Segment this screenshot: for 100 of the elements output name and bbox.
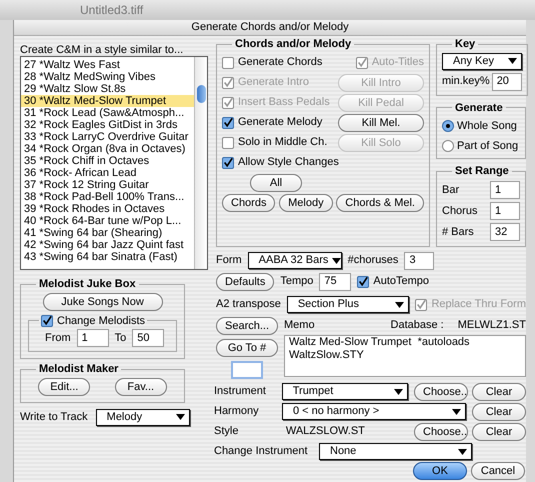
checkbox[interactable]: Generate Melody [222, 114, 322, 131]
checkmark-icon [223, 97, 233, 108]
dropdown-arrow-icon [176, 414, 185, 420]
dropdown-arrow-icon [452, 408, 461, 414]
field-label: Harmony [214, 404, 260, 420]
assignment-button[interactable]: Choose.. [414, 422, 468, 440]
dropdown-arrow-icon [508, 58, 517, 64]
choruses-label: #choruses [348, 253, 398, 268]
list-item[interactable]: 29 *Waltz Slow St.8s [21, 83, 194, 95]
memo-box[interactable]: Waltz Med-Slow Trumpet *autoloads WaltzSlow.STY [284, 334, 526, 376]
checkmark-icon [356, 57, 367, 68]
radio-button[interactable]: Part of Song [442, 136, 520, 156]
database-name: MELWLZ1.ST [458, 318, 526, 334]
assignment-dropdown[interactable]: None [319, 443, 472, 460]
to-label: To [114, 330, 126, 346]
radio-button[interactable]: Whole Song [442, 116, 520, 136]
list-item[interactable]: 28 *Waltz MedSwing Vibes [21, 71, 194, 83]
generate-button[interactable]: Melody [279, 194, 333, 212]
form-dropdown[interactable]: AABA 32 Bars [248, 252, 342, 269]
all-button[interactable]: All [250, 174, 302, 192]
field-label: Style [214, 424, 240, 440]
input-field[interactable]: 75 [319, 272, 352, 290]
field-label: Instrument [214, 384, 267, 400]
list-item[interactable]: 38 *Rock Pad-Bell 100% Trans... [21, 191, 194, 203]
list-item[interactable]: 30 *Waltz Med-Slow Trumpet [21, 95, 194, 107]
input-field[interactable] [231, 360, 263, 378]
input-field[interactable]: 1 [76, 329, 109, 347]
list-item[interactable]: 27 *Waltz Wes Fast [21, 59, 194, 71]
checkmark-icon [416, 299, 426, 310]
dropdown-arrow-icon [395, 302, 404, 308]
input-field[interactable]: 32 [490, 223, 520, 241]
from-label: From [45, 330, 71, 346]
list-item[interactable]: 33 *Rock LarryC Overdrive Guitar [21, 131, 194, 143]
list-item[interactable]: 35 *Rock Chiff in Octaves [21, 155, 194, 167]
generate-button[interactable]: Chords [222, 194, 276, 212]
list-item[interactable]: 43 *Swing 64 bar Sinatra (Fast) [21, 251, 194, 263]
input-field[interactable]: 3 [404, 252, 434, 270]
kill-button[interactable]: Kill Mel. [338, 114, 424, 132]
scrollbar[interactable] [194, 57, 207, 269]
group-title: Melodist Maker [38, 362, 120, 377]
track-label: Write to Track [20, 410, 88, 425]
dialog-button[interactable]: Cancel [471, 462, 525, 480]
list-item[interactable]: 40 *Rock 64-Bar tune w/Pop L... [21, 215, 194, 227]
assignment-button[interactable]: Choose.. [414, 382, 468, 400]
list-item[interactable]: 37 *Rock 12 String Guitar [21, 179, 194, 191]
group-title: Chords and/or Melody [234, 37, 352, 52]
field-label: Change Instrument [214, 444, 309, 460]
generate-button[interactable]: Chords & Mel. [336, 194, 424, 212]
database-label: Database : [390, 318, 444, 334]
search-button[interactable]: Search... [216, 316, 278, 334]
transpose-dropdown[interactable]: Section Plus [286, 296, 410, 313]
assignment-dropdown[interactable]: Trumpet [282, 383, 408, 400]
list-item[interactable]: 39 *Rock Rhodes in Octaves [21, 203, 194, 215]
assignment-button[interactable]: Clear [472, 382, 526, 400]
min-key-label: min.key% [442, 74, 490, 90]
checkbox[interactable]: Solo in Middle Ch. [222, 134, 328, 151]
dialog-button[interactable]: OK [413, 462, 467, 480]
list-item[interactable]: 32 *Rock Eagles GitDist in 3rds [21, 119, 194, 131]
juke-songs-button[interactable]: Juke Songs Now [42, 292, 162, 310]
assignment-button[interactable]: Clear [472, 422, 526, 440]
group-title: Generate [454, 100, 504, 116]
go-to-button[interactable]: Go To # [216, 338, 278, 356]
range-label: Bar [442, 182, 460, 198]
window-title: Untitled3.tiff [80, 2, 144, 19]
input-field[interactable]: 1 [490, 202, 520, 220]
checkmark-icon [223, 117, 233, 128]
key-dropdown[interactable]: Any Key [442, 52, 522, 70]
defaults-button[interactable]: Defaults [216, 272, 274, 290]
checkmark-icon [223, 157, 233, 168]
checkbox[interactable]: Generate Chords [222, 54, 322, 71]
list-item[interactable]: 34 *Rock Organ (8va in Octaves) [21, 143, 194, 155]
dialog-title: Generate Chords and/or Melody [191, 20, 349, 36]
dropdown-arrow-icon [458, 448, 467, 454]
list-item[interactable]: 36 *Rock- African Lead [21, 167, 194, 179]
input-field[interactable]: 50 [132, 329, 164, 347]
group-title: Key [454, 37, 476, 52]
list-item[interactable]: 42 *Swing 64 bar Jazz Quint fast [21, 239, 194, 251]
memo-label: Memo [284, 318, 316, 334]
tempo-label: Tempo [280, 274, 314, 290]
dropdown-arrow-icon [394, 388, 403, 394]
group-title: Melodist Juke Box [38, 277, 137, 292]
checkbox[interactable]: Change Melodists [41, 312, 146, 329]
input-field[interactable]: 20 [492, 72, 522, 90]
melodist-button[interactable]: Edit... [38, 378, 90, 396]
checkbox[interactable]: Allow Style Changes [222, 154, 339, 171]
checkmark-icon [42, 315, 52, 326]
dropdown-arrow-icon [332, 258, 342, 264]
list-item[interactable]: 41 *Swing 64 bar (Shearing) [21, 227, 194, 239]
assignment-dropdown[interactable]: 0 < no harmony > [282, 403, 466, 420]
list-item[interactable]: 31 *Rock Lead (Saw&Atmosph... [21, 107, 194, 119]
input-field[interactable]: 1 [490, 181, 520, 199]
melodist-button[interactable]: Fav... [114, 378, 167, 396]
range-label: Chorus [442, 204, 478, 219]
list-label: Create C&M in a style similar to... [20, 43, 184, 56]
scroll-thumb[interactable] [196, 85, 206, 103]
field-value: WALZSLOW.ST [284, 424, 366, 440]
assignment-button[interactable]: Clear [472, 402, 526, 420]
track-dropdown[interactable]: Melody [96, 408, 190, 426]
checkbox[interactable]: AutoTempo [357, 273, 430, 290]
form-label: Form [216, 253, 242, 268]
